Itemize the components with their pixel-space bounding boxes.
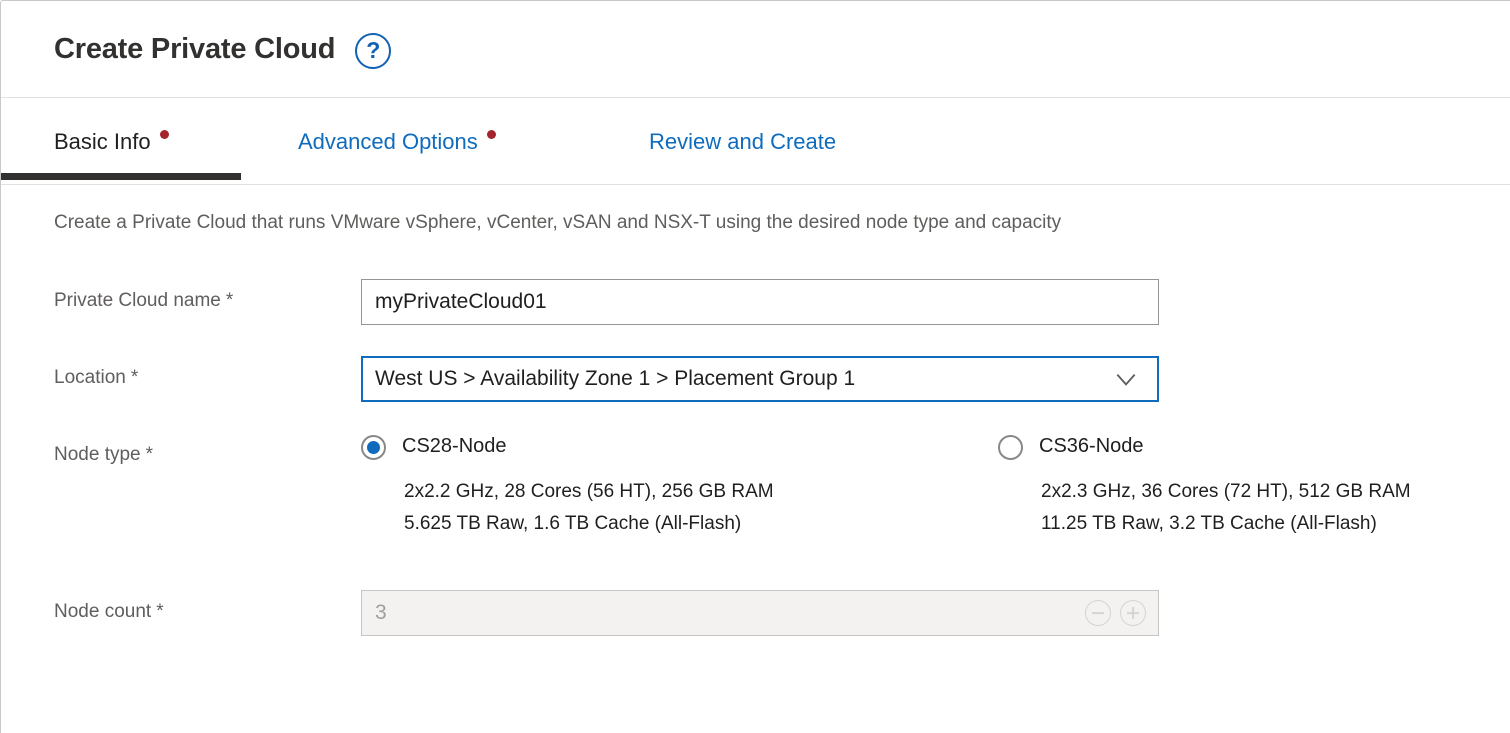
tab-basic-info-label: Basic Info	[54, 129, 151, 155]
required-asterisk: *	[131, 367, 138, 388]
field-node-count: Node count* 3	[54, 590, 1510, 636]
node-type-label: Node type*	[54, 433, 361, 466]
radio-selected-icon	[361, 435, 386, 460]
node-type-option-cs36: CS36-Node 2x2.3 GHz, 36 Cores (72 HT), 5…	[998, 433, 1461, 536]
required-asterisk: *	[226, 290, 233, 311]
radio-cs28-node-label: CS28-Node	[402, 435, 507, 458]
node-count-label-text: Node count	[54, 601, 151, 622]
location-label-text: Location	[54, 367, 126, 388]
tab-advanced-options-label: Advanced Options	[298, 129, 478, 155]
tab-advanced-options[interactable]: Advanced Options	[241, 98, 588, 184]
private-cloud-name-input[interactable]	[361, 279, 1159, 325]
tab-basic-info[interactable]: Basic Info	[1, 98, 241, 184]
form-description: Create a Private Cloud that runs VMware …	[54, 212, 1510, 234]
location-label: Location*	[54, 356, 361, 389]
node-type-radio-group: CS28-Node 2x2.2 GHz, 28 Cores (56 HT), 2…	[361, 433, 1461, 536]
cs36-spec-line-1: 2x2.3 GHz, 36 Cores (72 HT), 512 GB RAM	[1041, 479, 1461, 505]
node-type-option-cs28: CS28-Node 2x2.2 GHz, 28 Cores (56 HT), 2…	[361, 433, 998, 536]
required-asterisk: *	[146, 444, 153, 465]
location-selected-value: West US > Availability Zone 1 > Placemen…	[363, 367, 855, 391]
node-count-label: Node count*	[54, 590, 361, 623]
node-count-stepper[interactable]: 3	[361, 590, 1159, 636]
node-type-cs28-specs: 2x2.2 GHz, 28 Cores (56 HT), 256 GB RAM …	[404, 479, 998, 536]
radio-cs28-node[interactable]: CS28-Node	[361, 433, 998, 460]
help-circle-icon[interactable]: ?	[355, 33, 391, 69]
tab-advanced-options-alert-dot	[487, 130, 496, 139]
radio-cs36-node[interactable]: CS36-Node	[998, 433, 1461, 460]
node-type-label-text: Node type	[54, 444, 141, 465]
tab-review-and-create-label: Review and Create	[649, 129, 836, 155]
node-count-value: 3	[362, 601, 387, 625]
plus-circle-icon[interactable]	[1120, 600, 1146, 626]
wizard-tabs: Basic Info Advanced Options Review and C…	[1, 98, 1510, 185]
cs28-spec-line-2: 5.625 TB Raw, 1.6 TB Cache (All-Flash)	[404, 511, 998, 537]
chevron-down-icon	[1113, 366, 1139, 392]
wizard-header: Create Private Cloud ?	[1, 1, 1510, 98]
create-private-cloud-wizard: Create Private Cloud ? Basic Info Advanc…	[0, 0, 1510, 733]
radio-unselected-icon	[998, 435, 1023, 460]
field-node-type: Node type* CS28-Node 2x2.2 GHz, 28 Cores…	[54, 433, 1510, 536]
required-asterisk: *	[156, 601, 163, 622]
field-private-cloud-name: Private Cloud name*	[54, 279, 1510, 325]
private-cloud-name-label-text: Private Cloud name	[54, 290, 221, 311]
cs36-spec-line-2: 11.25 TB Raw, 3.2 TB Cache (All-Flash)	[1041, 511, 1461, 537]
tab-review-and-create[interactable]: Review and Create	[588, 98, 836, 184]
page-title: Create Private Cloud	[54, 33, 335, 66]
tab-basic-info-alert-dot	[160, 130, 169, 139]
tab-active-underline	[1, 173, 241, 180]
cs28-spec-line-1: 2x2.2 GHz, 28 Cores (56 HT), 256 GB RAM	[404, 479, 998, 505]
minus-circle-icon[interactable]	[1085, 600, 1111, 626]
location-select[interactable]: West US > Availability Zone 1 > Placemen…	[361, 356, 1159, 402]
field-location: Location* West US > Availability Zone 1 …	[54, 356, 1510, 402]
node-type-cs36-specs: 2x2.3 GHz, 36 Cores (72 HT), 512 GB RAM …	[1041, 479, 1461, 536]
basic-info-form: Create a Private Cloud that runs VMware …	[1, 185, 1510, 636]
private-cloud-name-label: Private Cloud name*	[54, 279, 361, 312]
radio-cs36-node-label: CS36-Node	[1039, 435, 1144, 458]
